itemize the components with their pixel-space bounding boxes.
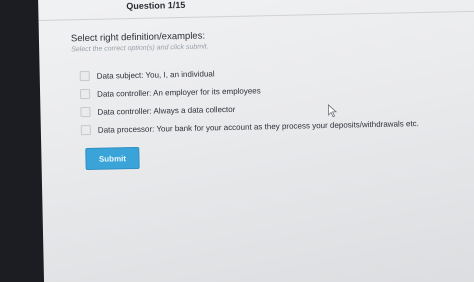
option-checkbox[interactable] bbox=[79, 70, 90, 82]
photo-frame: Question 1/15 Select right definition/ex… bbox=[0, 0, 474, 282]
mouse-pointer-icon bbox=[327, 104, 338, 118]
option-label: Data subject: You, I, an individual bbox=[96, 68, 215, 81]
option-label: Data processor: Your bank for your accou… bbox=[97, 118, 419, 135]
option-checkbox[interactable] bbox=[80, 106, 91, 118]
option-checkbox[interactable] bbox=[80, 88, 91, 100]
quiz-header: Question 1/15 bbox=[38, 0, 474, 21]
submit-button[interactable]: Submit bbox=[85, 146, 140, 171]
question-hint: Select the correct option(s) and click s… bbox=[71, 43, 209, 54]
option-label: Data controller: Always a data collector bbox=[97, 104, 236, 117]
option-checkbox[interactable] bbox=[80, 124, 91, 136]
question-title: Select right definition/examples: bbox=[70, 30, 206, 45]
option-label: Data controller: An employer for its emp… bbox=[97, 85, 261, 99]
answer-options: Data subject: You, I, an individual Data… bbox=[79, 60, 419, 139]
quiz-screen: Question 1/15 Select right definition/ex… bbox=[38, 0, 474, 282]
question-counter: Question 1/15 bbox=[126, 0, 186, 12]
